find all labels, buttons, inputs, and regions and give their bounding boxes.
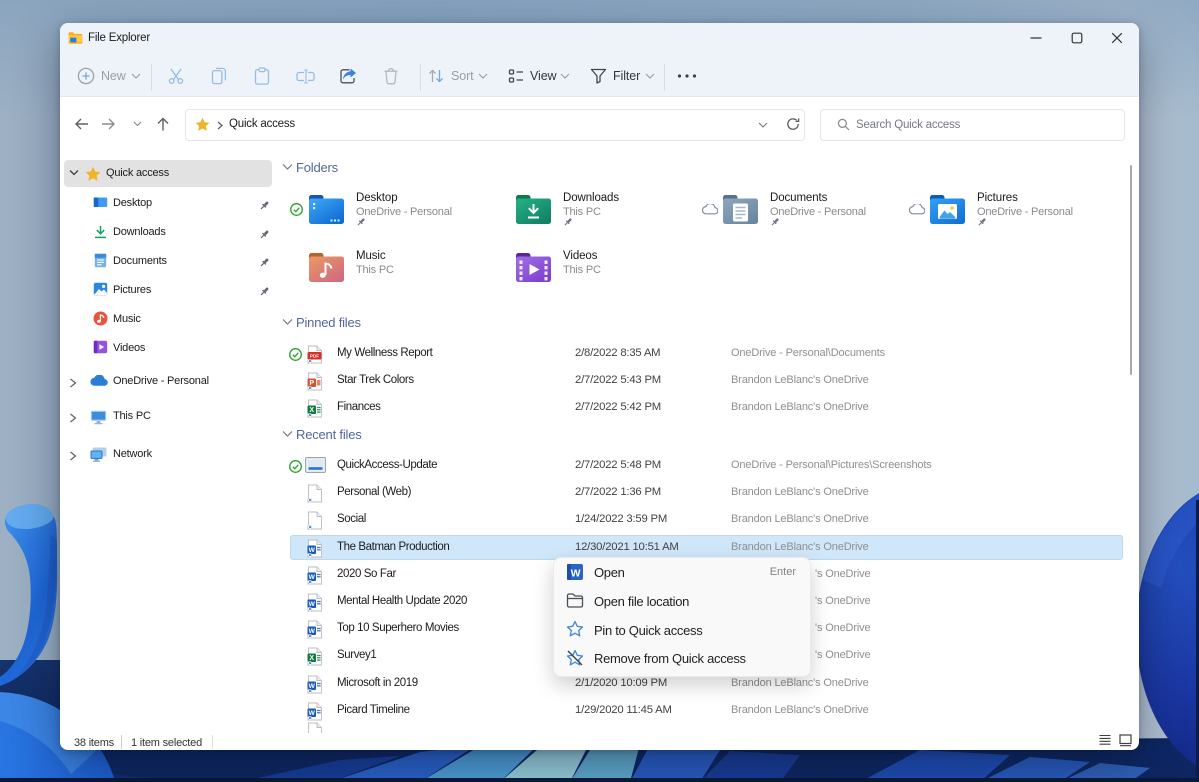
svg-text:W: W bbox=[309, 683, 316, 690]
svg-text:X: X bbox=[309, 407, 314, 414]
svg-text:W: W bbox=[309, 547, 316, 554]
svg-text:W: W bbox=[309, 628, 316, 635]
svg-text:W: W bbox=[309, 574, 316, 581]
svg-text:P: P bbox=[309, 380, 314, 387]
svg-text:W: W bbox=[309, 601, 316, 608]
svg-text:X: X bbox=[309, 655, 314, 662]
svg-text:W: W bbox=[571, 567, 581, 579]
svg-text:PDF: PDF bbox=[310, 354, 319, 359]
svg-text:W: W bbox=[309, 710, 316, 717]
